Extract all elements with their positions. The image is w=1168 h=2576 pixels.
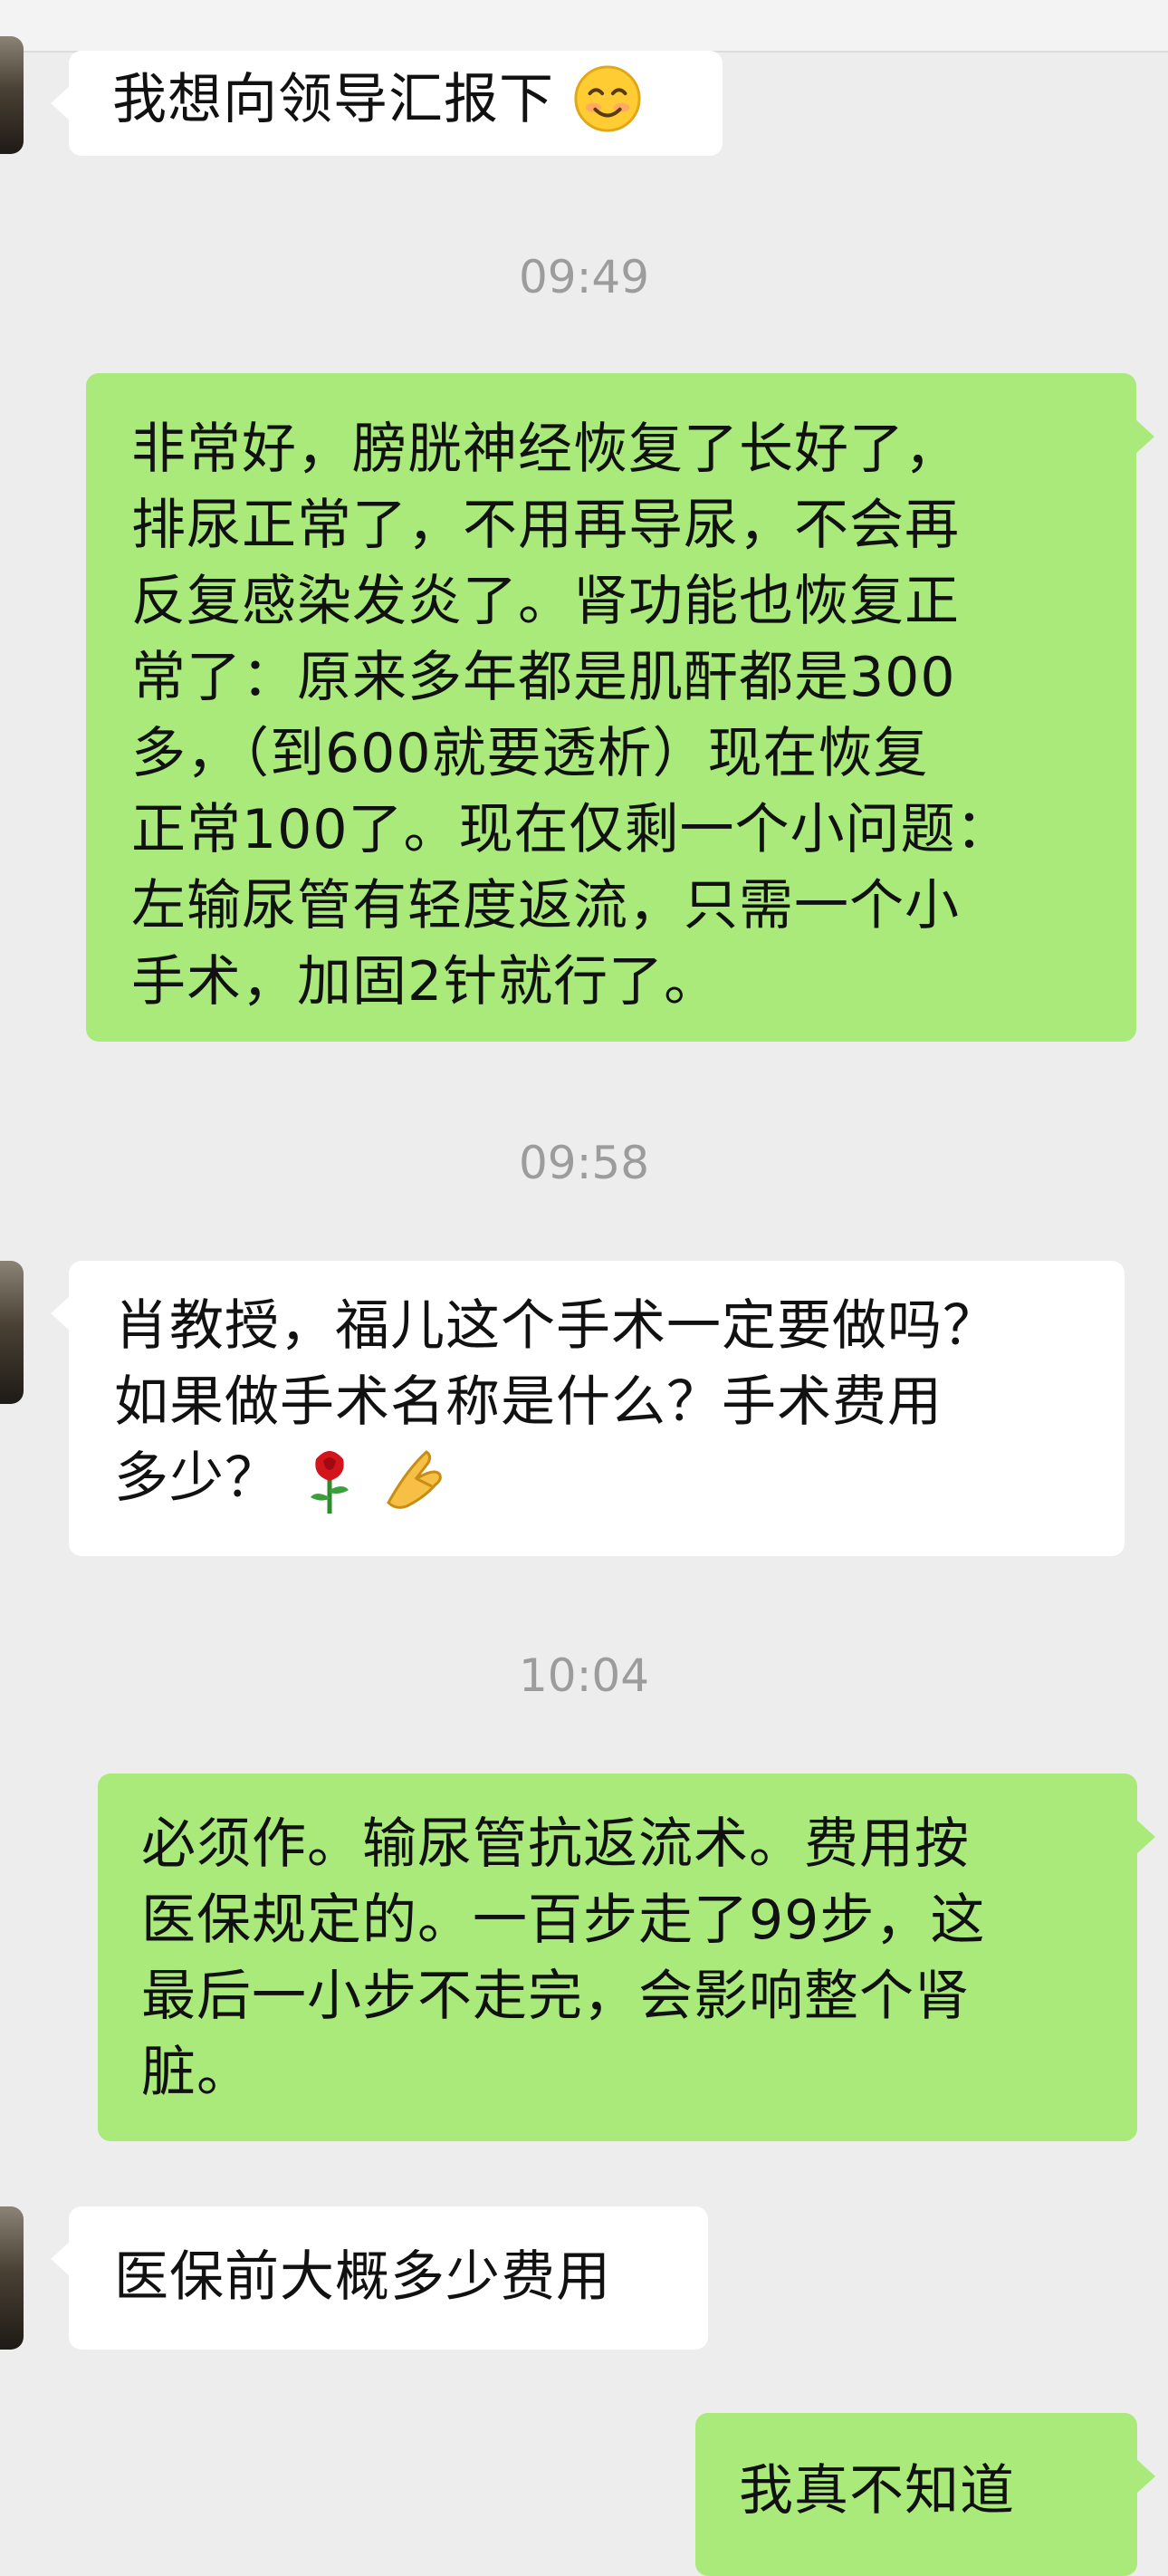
- incoming-message[interactable]: 肖教授，福儿这个手术一定要做吗？ 如果做手术名称是什么？手术费用 多少？: [51, 1261, 1125, 1556]
- outgoing-message[interactable]: 非常好，膀胱神经恢复了长好了， 排尿正常了，不用再导尿，不会再 反复感染发炎了。…: [86, 373, 1154, 1042]
- message-text: 我想向领导汇报下: [112, 68, 554, 131]
- smiling-face-icon: [572, 63, 643, 141]
- message-text: 医保前大概多少费用: [114, 2245, 611, 2309]
- timestamp: 09:49: [518, 251, 650, 303]
- incoming-message[interactable]: 医保前大概多少费用: [51, 2206, 708, 2350]
- message-text: 必须作。输尿管抗返流术。费用按 医保规定的。一百步走了99步，这 最后一小步不走…: [141, 1812, 986, 2104]
- contact-avatar[interactable]: [0, 36, 24, 154]
- contact-avatar[interactable]: [0, 2206, 24, 2350]
- incoming-message[interactable]: 我想向领导汇报下: [51, 51, 723, 156]
- timestamp: 10:04: [518, 1649, 650, 1702]
- message-text: 肖教授，福儿这个手术一定要做吗？ 如果做手术名称是什么？手术费用 多少？: [114, 1294, 998, 1510]
- top-bar: [0, 0, 1168, 53]
- rose-icon: [298, 1443, 361, 1519]
- message-text: 我真不知道: [739, 2459, 1015, 2523]
- timestamp: 09:58: [518, 1137, 650, 1189]
- outgoing-message[interactable]: 必须作。输尿管抗返流术。费用按 医保规定的。一百步走了99步，这 最后一小步不走…: [98, 1773, 1155, 2141]
- contact-avatar[interactable]: [0, 1261, 24, 1404]
- outgoing-message[interactable]: 我真不知道: [695, 2413, 1155, 2576]
- folded-hands-icon: [379, 1443, 452, 1519]
- message-text: 非常好，膀胱神经恢复了长好了， 排尿正常了，不用再导尿，不会再 反复感染发炎了。…: [131, 418, 1011, 1014]
